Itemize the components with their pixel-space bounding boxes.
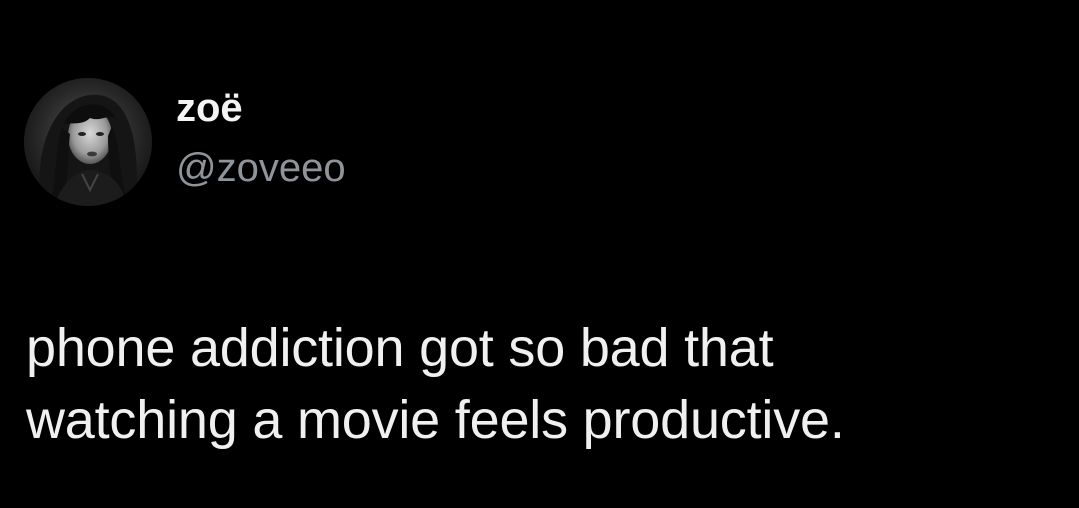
- profile-photo-avatar-icon: [24, 78, 152, 206]
- author-handle[interactable]: @zoveeo: [176, 145, 346, 191]
- author-names: zoë @zoveeo: [176, 86, 346, 191]
- tweet-header: zoë @zoveeo: [24, 78, 346, 206]
- tweet-text: phone addiction got so bad that watching…: [26, 312, 1056, 456]
- avatar[interactable]: [24, 78, 152, 206]
- tweet-text-line: watching a movie feels productive.: [26, 390, 845, 450]
- tweet-text-line: phone addiction got so bad that: [26, 318, 774, 378]
- tweet-card: zoë @zoveeo phone addiction got so bad t…: [0, 0, 1079, 508]
- author-display-name[interactable]: zoë: [176, 85, 346, 131]
